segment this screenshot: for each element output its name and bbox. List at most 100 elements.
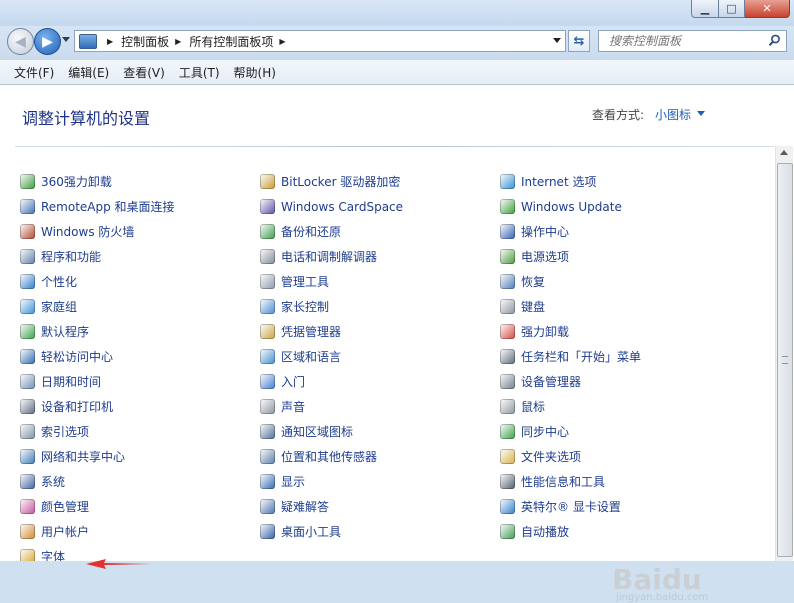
control-panel-item-label: Windows Update <box>521 199 622 214</box>
taskbar-start-menu-icon <box>500 349 515 364</box>
title-bar: ▁ □ ✕ <box>0 0 794 26</box>
control-panel-item[interactable]: 360强力卸载 <box>20 169 175 194</box>
control-panel-item-label: 同步中心 <box>521 425 570 439</box>
control-panel-item[interactable]: 区域和语言 <box>260 344 403 369</box>
control-panel-item[interactable]: 索引选项 <box>20 419 175 444</box>
control-panel-item[interactable]: 强力卸载 <box>500 319 641 344</box>
search-icon[interactable] <box>768 34 781 47</box>
control-panel-item[interactable]: 英特尔® 显卡设置 <box>500 494 641 519</box>
force-uninstall-icon <box>500 324 515 339</box>
control-panel-item[interactable]: Windows CardSpace <box>260 194 403 219</box>
control-panel-item-label: 英特尔® 显卡设置 <box>521 500 621 514</box>
control-panel-item[interactable]: 疑难解答 <box>260 494 403 519</box>
control-panel-item[interactable]: 轻松访问中心 <box>20 344 175 369</box>
control-panel-item[interactable]: 家长控制 <box>260 294 403 319</box>
minimize-button[interactable]: ▁ <box>691 0 719 18</box>
control-panel-item[interactable]: 日期和时间 <box>20 369 175 394</box>
control-panel-item[interactable]: 电话和调制解调器 <box>260 244 403 269</box>
control-panel-icon <box>79 33 97 49</box>
control-panel-item-label: 电话和调制解调器 <box>281 250 378 264</box>
chevron-right-icon[interactable]: ▶ <box>175 37 181 46</box>
view-by-dropdown[interactable]: 小图标 <box>655 106 691 123</box>
control-panel-item-label: RemoteApp 和桌面连接 <box>41 200 175 214</box>
control-panel-item[interactable]: Internet 选项 <box>500 169 641 194</box>
refresh-button[interactable]: ⇆ <box>568 30 590 52</box>
back-button[interactable]: ◀ <box>7 28 34 55</box>
performance-icon <box>500 474 515 489</box>
search-input[interactable] <box>607 33 771 49</box>
breadcrumb-all-items[interactable]: 所有控制面板项 <box>189 33 273 50</box>
control-panel-item[interactable]: 显示 <box>260 469 403 494</box>
control-panel-item[interactable]: 鼠标 <box>500 394 641 419</box>
breadcrumb-control-panel[interactable]: 控制面板 <box>121 33 169 50</box>
control-panel-item[interactable]: RemoteApp 和桌面连接 <box>20 194 175 219</box>
control-panel-item[interactable]: 性能信息和工具 <box>500 469 641 494</box>
control-panel-item[interactable]: 家庭组 <box>20 294 175 319</box>
control-panel-item-label: 文件夹选项 <box>521 450 582 464</box>
admin-tools-icon <box>260 274 275 289</box>
device-manager-icon <box>500 374 515 389</box>
vertical-scrollbar[interactable] <box>775 146 793 561</box>
control-panel-item[interactable]: 操作中心 <box>500 219 641 244</box>
programs-icon <box>20 249 35 264</box>
menu-view[interactable]: 查看(V) <box>117 64 171 81</box>
control-panel-item[interactable]: Windows Update <box>500 194 641 219</box>
control-panel-item[interactable]: 程序和功能 <box>20 244 175 269</box>
window-controls: ▁ □ ✕ <box>691 0 790 18</box>
address-dropdown-icon[interactable] <box>553 38 561 43</box>
control-panel-item[interactable]: 默认程序 <box>20 319 175 344</box>
control-panel-item[interactable]: 用户帐户 <box>20 519 175 544</box>
scrollbar-thumb[interactable] <box>777 163 793 557</box>
control-panel-item[interactable]: 个性化 <box>20 269 175 294</box>
menu-help[interactable]: 帮助(H) <box>228 64 282 81</box>
control-panel-item[interactable]: 入门 <box>260 369 403 394</box>
scroll-up-arrow-icon[interactable] <box>780 150 788 155</box>
menu-edit[interactable]: 编辑(E) <box>62 64 115 81</box>
control-panel-item[interactable]: 凭据管理器 <box>260 319 403 344</box>
control-panel-item[interactable]: 电源选项 <box>500 244 641 269</box>
control-panel-item[interactable]: 管理工具 <box>260 269 403 294</box>
chevron-right-icon[interactable]: ▶ <box>107 37 113 46</box>
menu-tools[interactable]: 工具(T) <box>173 64 226 81</box>
control-panel-item[interactable]: 位置和其他传感器 <box>260 444 403 469</box>
location-sensors-icon <box>260 449 275 464</box>
control-panel-item[interactable]: 文件夹选项 <box>500 444 641 469</box>
control-panel-item[interactable]: 通知区域图标 <box>260 419 403 444</box>
remoteapp-icon <box>20 199 35 214</box>
close-button[interactable]: ✕ <box>745 0 790 18</box>
control-panel-item[interactable]: 声音 <box>260 394 403 419</box>
control-panel-item[interactable]: 恢复 <box>500 269 641 294</box>
action-center-icon <box>500 224 515 239</box>
network-sharing-icon <box>20 449 35 464</box>
maximize-button[interactable]: □ <box>719 0 745 18</box>
search-box[interactable] <box>598 30 787 52</box>
chevron-right-icon[interactable]: ▶ <box>279 37 285 46</box>
control-panel-item[interactable]: 设备管理器 <box>500 369 641 394</box>
control-panel-item-label: 备份和还原 <box>281 225 342 239</box>
control-panel-item[interactable]: 任务栏和「开始」菜单 <box>500 344 641 369</box>
menu-file[interactable]: 文件(F) <box>8 64 60 81</box>
control-panel-item[interactable]: 网络和共享中心 <box>20 444 175 469</box>
chevron-down-icon[interactable] <box>697 111 705 116</box>
control-panel-item[interactable]: 桌面小工具 <box>260 519 403 544</box>
control-panel-item-label: 索引选项 <box>41 425 90 439</box>
control-panel-item[interactable]: 自动播放 <box>500 519 641 544</box>
control-panel-item[interactable]: 键盘 <box>500 294 641 319</box>
control-panel-item-label: Windows CardSpace <box>281 199 404 214</box>
address-bar[interactable]: ▶ 控制面板 ▶ 所有控制面板项 ▶ <box>74 30 566 52</box>
control-panel-item[interactable]: 备份和还原 <box>260 219 403 244</box>
control-panel-item[interactable]: 系统 <box>20 469 175 494</box>
control-panel-item-label: 任务栏和「开始」菜单 <box>521 350 642 364</box>
control-panel-item[interactable]: BitLocker 驱动器加密 <box>260 169 403 194</box>
control-panel-item[interactable]: 颜色管理 <box>20 494 175 519</box>
recent-pages-dropdown[interactable] <box>62 37 70 42</box>
360-uninstall-icon <box>20 174 35 189</box>
forward-button[interactable]: ▶ <box>34 28 61 55</box>
control-panel-item[interactable]: Windows 防火墙 <box>20 219 175 244</box>
control-panel-item[interactable]: 设备和打印机 <box>20 394 175 419</box>
control-panel-item[interactable]: 同步中心 <box>500 419 641 444</box>
desktop-gadgets-icon <box>260 524 275 539</box>
items-column-1: 360强力卸载 RemoteApp 和桌面连接 Windows 防火墙 程序和功能 个性… <box>20 169 175 561</box>
user-accounts-icon <box>20 524 35 539</box>
control-panel-item-label: 操作中心 <box>521 225 570 239</box>
